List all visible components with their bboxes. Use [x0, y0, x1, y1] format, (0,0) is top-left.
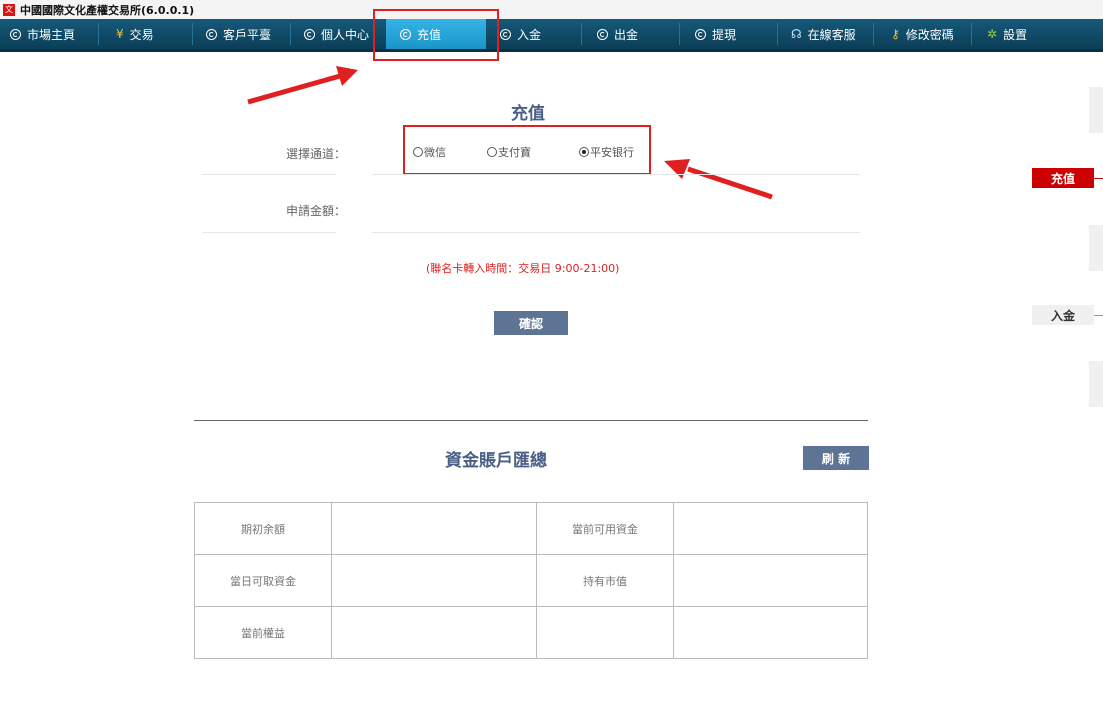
section-divider: [194, 420, 868, 421]
swirl-icon: [206, 28, 217, 40]
nav-label: 個人中心: [321, 27, 370, 42]
nav-item-online-service[interactable]: ☊ 在線客服: [791, 19, 856, 49]
nav-label: 設置: [1003, 27, 1028, 42]
form-divider: [372, 232, 860, 233]
nav-label: 修改密碼: [905, 27, 954, 42]
transfer-time-note: (聯名卡轉入時間：交易日 9:00-21:00): [426, 262, 620, 275]
table-row: 當日可取資金 持有市值: [194, 554, 868, 607]
amount-input[interactable]: [376, 198, 860, 222]
nav-label: 市場主頁: [27, 27, 76, 42]
nav-divider: [192, 23, 193, 45]
title-bar: 文 中國國際文化產權交易所(6.0.0.1): [0, 0, 1103, 20]
radio-wechat[interactable]: 微信: [413, 144, 446, 160]
table-row: 期初余額 當前可用資金: [194, 502, 868, 555]
table-cell: [331, 606, 537, 659]
nav-divider: [581, 23, 582, 45]
account-summary-title: 資金賬戶匯總: [445, 451, 547, 471]
swirl-icon: [304, 28, 315, 40]
table-row: 當前權益: [194, 606, 868, 659]
headset-icon: ☊: [791, 27, 802, 41]
nav-item-change-password[interactable]: ⚷ 修改密碼: [891, 19, 954, 49]
table-cell: 持有市值: [536, 554, 674, 607]
nav-label: 客戶平臺: [223, 27, 272, 42]
radio-pingan-bank[interactable]: 平安银行: [579, 144, 634, 160]
highlight-box-nav: [373, 9, 499, 61]
nav-label: 提現: [712, 27, 737, 42]
swirl-icon: [500, 28, 511, 40]
refresh-button[interactable]: 刷 新: [803, 446, 869, 470]
sidebar-connector: [1094, 315, 1103, 316]
window-title: 中國國際文化產權交易所(6.0.0.1): [20, 3, 195, 17]
nav-divider: [290, 23, 291, 45]
nav-item-settings[interactable]: ✲ 設置: [987, 19, 1027, 49]
table-cell: [331, 502, 537, 555]
channel-label: 選擇通道：: [285, 147, 346, 161]
radio-circle: [579, 147, 589, 157]
swirl-icon: [597, 28, 608, 40]
gear-icon: ✲: [987, 27, 998, 41]
form-divider: [202, 232, 336, 233]
key-icon: ⚷: [891, 27, 900, 41]
table-cell: [673, 606, 868, 659]
radio-label: 平安银行: [590, 146, 634, 159]
sidebar-tab-deposit[interactable]: 入金: [1032, 305, 1094, 325]
radio-circle: [413, 147, 423, 157]
form-divider: [372, 174, 860, 175]
table-cell: 期初余額: [194, 502, 332, 555]
sidebar-tab-collapsed[interactable]: [1089, 225, 1103, 271]
table-cell: 當前可用資金: [536, 502, 674, 555]
nav-divider: [873, 23, 874, 45]
nav-item-personal-center[interactable]: 個人中心: [304, 19, 369, 49]
radio-label: 支付寶: [498, 146, 531, 159]
radio-alipay[interactable]: 支付寶: [487, 144, 531, 160]
sidebar-tab-collapsed[interactable]: [1089, 361, 1103, 407]
table-cell: 當日可取資金: [194, 554, 332, 607]
nav-label: 入金: [517, 27, 542, 42]
nav-divider: [98, 23, 99, 45]
nav-label: 交易: [129, 27, 154, 42]
sidebar-tab-recharge[interactable]: 充值: [1032, 168, 1094, 188]
swirl-icon: [695, 28, 706, 40]
red-arrow-icon: [247, 66, 358, 105]
nav-item-withdraw[interactable]: 出金: [597, 19, 638, 49]
nav-item-trade[interactable]: ¥ 交易: [116, 19, 154, 49]
nav-item-cash-out[interactable]: 提現: [695, 19, 736, 49]
sidebar-tab-collapsed[interactable]: [1089, 87, 1103, 133]
radio-label: 微信: [424, 146, 446, 159]
table-cell: [673, 554, 868, 607]
nav-item-deposit[interactable]: 入金: [500, 19, 541, 49]
nav-label: 在線客服: [807, 27, 856, 42]
table-cell: [331, 554, 537, 607]
radio-circle: [487, 147, 497, 157]
app-logo-icon: 文: [3, 3, 15, 16]
nav-divider: [777, 23, 778, 45]
nav-divider: [971, 23, 972, 45]
nav-divider: [679, 23, 680, 45]
nav-item-client-platform[interactable]: 客戶平臺: [206, 19, 271, 49]
nav-item-market-home[interactable]: 市場主頁: [10, 19, 75, 49]
yen-icon: ¥: [116, 27, 124, 41]
main-nav: 市場主頁 ¥ 交易 客戶平臺 個人中心 充值 入金 出金 提現 ☊ 在線客服 ⚷…: [0, 19, 1103, 52]
swirl-icon: [10, 28, 21, 40]
nav-label: 出金: [614, 27, 639, 42]
sidebar-connector: [1094, 178, 1103, 179]
amount-label: 申請金額：: [285, 204, 346, 218]
table-cell: 當前權益: [194, 606, 332, 659]
table-cell: [536, 606, 674, 659]
confirm-button[interactable]: 確認: [494, 311, 568, 335]
table-cell: [673, 502, 868, 555]
form-divider: [202, 174, 336, 175]
recharge-title: 充值: [511, 104, 545, 124]
account-summary-table: 期初余額 當前可用資金 當日可取資金 持有市值 當前權益: [194, 502, 868, 659]
